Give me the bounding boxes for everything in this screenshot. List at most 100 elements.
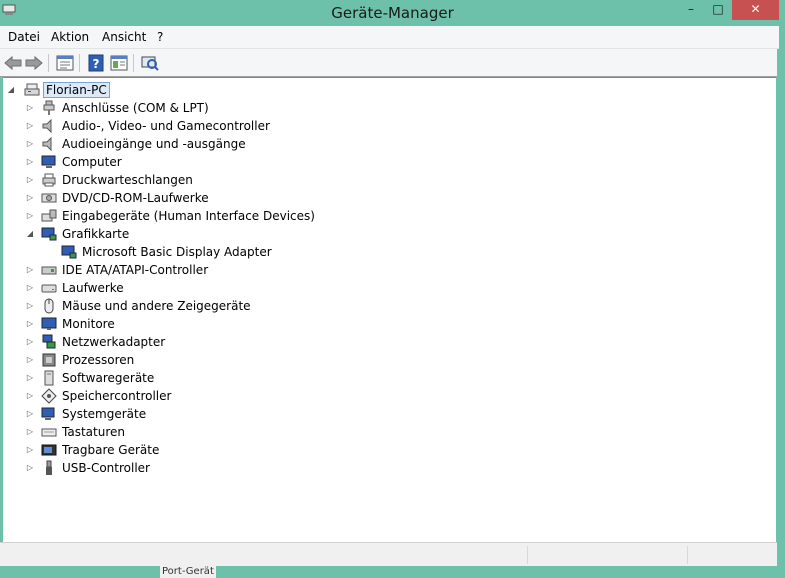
expand-triangle-icon[interactable]: ▷: [25, 441, 35, 459]
disc-drive-icon: [41, 193, 57, 203]
tree-category-node[interactable]: ▷ Speichercontroller: [3, 387, 403, 405]
drive-icon: [41, 284, 57, 293]
view-icon[interactable]: [109, 53, 129, 73]
forward-arrow-icon[interactable]: [24, 53, 44, 73]
expand-triangle-icon[interactable]: ▷: [25, 207, 35, 225]
tree-category-node[interactable]: ▷ Druckwarteschlangen: [3, 171, 403, 189]
tree-category-node[interactable]: ▷ Softwaregeräte: [3, 369, 403, 387]
tree-category-node[interactable]: ▷ Mäuse und andere Zeigegeräte: [3, 297, 403, 315]
properties-icon[interactable]: [55, 53, 75, 73]
tree-node-label: Eingabegeräte (Human Interface Devices): [62, 209, 315, 223]
tree-category-node[interactable]: ▷ Anschlüsse (COM & LPT): [3, 99, 403, 117]
background-strip: [0, 566, 785, 578]
tree-category-node[interactable]: ▷ Audio-, Video- und Gamecontroller: [3, 117, 403, 135]
maximize-button[interactable]: □: [705, 0, 731, 20]
expand-triangle-icon[interactable]: ▷: [25, 405, 35, 423]
expand-triangle-icon[interactable]: ▷: [25, 261, 35, 279]
tree-category-node[interactable]: ▷ Eingabegeräte (Human Interface Devices): [3, 207, 403, 225]
scan-hardware-icon[interactable]: [140, 53, 160, 73]
expand-triangle-icon[interactable]: ▷: [25, 333, 35, 351]
menu-help[interactable]: ?: [157, 30, 163, 44]
speaker-icon: [42, 136, 52, 152]
system-device-icon: [41, 407, 55, 420]
toolbar: ?: [0, 49, 779, 77]
expand-triangle-icon[interactable]: ▷: [25, 171, 35, 189]
tree-category-node[interactable]: ▷ Computer: [3, 153, 403, 171]
menu-ansicht[interactable]: Ansicht: [102, 30, 146, 44]
tree-node-label: Tragbare Geräte: [62, 443, 160, 457]
menu-aktion[interactable]: Aktion: [51, 30, 89, 44]
computer-icon: [41, 155, 56, 168]
toolbar-separator: [48, 54, 49, 72]
toolbar-separator: [79, 54, 80, 72]
tree-category-node[interactable]: ▷ Netzwerkadapter: [3, 333, 403, 351]
title-bar[interactable]: Geräte-Manager – □ ✕: [0, 0, 785, 26]
tree-node-label: Audioeingänge und -ausgänge: [62, 137, 246, 151]
tree-node-label: Tastaturen: [62, 425, 125, 439]
expand-triangle-icon[interactable]: ▷: [25, 297, 35, 315]
tree-node-label: Laufwerke: [62, 281, 124, 295]
help-icon[interactable]: ?: [86, 53, 106, 73]
usb-icon: [46, 460, 52, 475]
tree-child-node[interactable]: Microsoft Basic Display Adapter: [3, 243, 403, 261]
close-button[interactable]: ✕: [732, 0, 779, 20]
tree-node-label: Grafikkarte: [62, 227, 130, 241]
computer-root-icon: [24, 83, 40, 96]
back-arrow-icon[interactable]: [3, 53, 23, 73]
software-device-icon: [44, 370, 54, 386]
expand-triangle-icon[interactable]: ▷: [25, 351, 35, 369]
tree-category-node[interactable]: ▷ Tragbare Geräte: [3, 441, 403, 459]
tree-root-node[interactable]: ◢ Florian-PC: [3, 81, 303, 99]
window-title: Geräte-Manager: [331, 4, 454, 22]
tree-category-node[interactable]: ▷ Prozessoren: [3, 351, 403, 369]
tree-category-node[interactable]: ▷ Tastaturen: [3, 423, 403, 441]
tree-node-label: Monitore: [62, 317, 115, 331]
device-tree[interactable]: ◢ Florian-PC ▷ Anschlüsse (COM & LPT) ▷ Aud…: [3, 77, 776, 542]
device-manager-window: Geräte-Manager – □ ✕ Datei Aktion Ansich…: [0, 0, 785, 578]
menu-datei[interactable]: Datei: [8, 30, 40, 44]
portable-device-icon: [41, 444, 57, 456]
tree-category-node[interactable]: ◢ Grafikkarte: [3, 225, 403, 243]
menu-bar: Datei Aktion Ansicht ?: [0, 26, 779, 49]
status-segment: [687, 546, 777, 564]
tree-category-node[interactable]: ▷ IDE ATA/ATAPI-Controller: [3, 261, 403, 279]
status-bar: [0, 542, 779, 566]
collapse-triangle-icon[interactable]: ◢: [25, 225, 35, 243]
mouse-icon: [44, 298, 54, 314]
tree-category-node[interactable]: ▷ Laufwerke: [3, 279, 403, 297]
expand-triangle-icon[interactable]: ▷: [25, 117, 35, 135]
printer-icon: [42, 173, 56, 187]
expand-triangle-icon[interactable]: ▷: [25, 279, 35, 297]
display-adapter-icon: [41, 227, 57, 241]
network-icon: [42, 334, 56, 349]
expand-triangle-icon[interactable]: ▷: [25, 135, 35, 153]
expand-triangle-icon[interactable]: ▷: [25, 369, 35, 387]
tree-category-node[interactable]: ▷ Systemgeräte: [3, 405, 403, 423]
status-segment: [527, 546, 687, 564]
tree-node-label: DVD/CD-ROM-Laufwerke: [62, 191, 209, 205]
tree-node-label: Softwaregeräte: [62, 371, 155, 385]
collapse-triangle-icon[interactable]: ◢: [6, 81, 16, 99]
monitor-icon: [41, 317, 57, 330]
expand-triangle-icon[interactable]: ▷: [25, 387, 35, 405]
expand-triangle-icon[interactable]: ▷: [25, 315, 35, 333]
window-border-right: [777, 49, 785, 566]
tree-node-label: Microsoft Basic Display Adapter: [82, 245, 272, 259]
expand-triangle-icon[interactable]: ▷: [25, 423, 35, 441]
tree-node-label: Speichercontroller: [62, 389, 172, 403]
tree-node-label: Audio-, Video- und Gamecontroller: [62, 119, 270, 133]
expand-triangle-icon[interactable]: ▷: [25, 99, 35, 117]
cpu-icon: [42, 353, 56, 367]
tree-category-node[interactable]: ▷ USB-Controller: [3, 459, 403, 477]
tree-node-label: Netzwerkadapter: [62, 335, 166, 349]
expand-triangle-icon[interactable]: ▷: [25, 459, 35, 477]
tree-category-node[interactable]: ▷ Audioeingänge und -ausgänge: [3, 135, 403, 153]
expand-triangle-icon[interactable]: ▷: [25, 189, 35, 207]
minimize-button[interactable]: –: [678, 0, 704, 20]
tree-category-node[interactable]: ▷ Monitore: [3, 315, 403, 333]
tree-category-node[interactable]: ▷ DVD/CD-ROM-Laufwerke: [3, 189, 403, 207]
tree-node-label: Anschlüsse (COM & LPT): [62, 101, 209, 115]
keyboard-icon: [41, 428, 57, 437]
expand-triangle-icon[interactable]: ▷: [25, 153, 35, 171]
display-adapter-icon: [61, 245, 77, 259]
